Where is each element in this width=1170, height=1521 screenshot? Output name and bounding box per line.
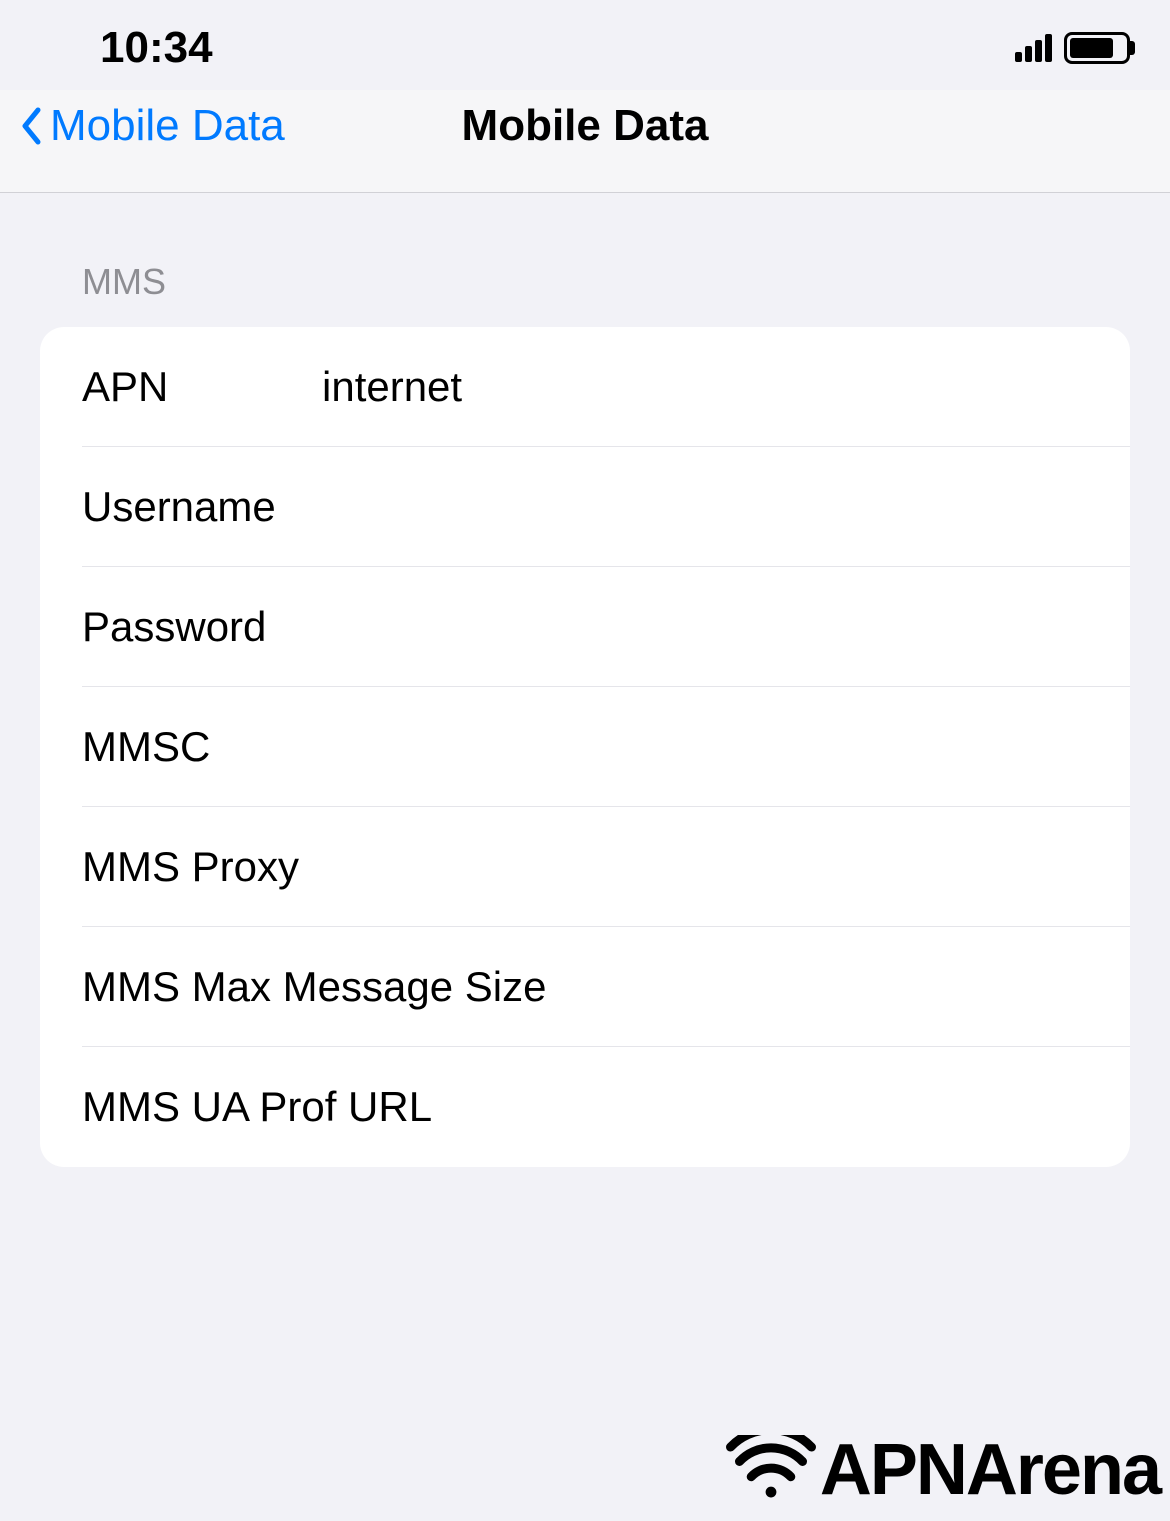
label-mms-max-size: MMS Max Message Size (82, 963, 547, 1011)
cellular-signal-icon (1015, 34, 1052, 62)
battery-icon (1064, 32, 1130, 64)
row-mms-proxy[interactable]: MMS Proxy (40, 807, 1130, 927)
row-mmsc[interactable]: MMSC (40, 687, 1130, 807)
wifi-icon (726, 1435, 816, 1505)
page-title: Mobile Data (462, 101, 709, 151)
label-password: Password (82, 603, 322, 651)
input-password[interactable] (322, 603, 1088, 651)
status-bar: 10:34 (0, 0, 1170, 90)
status-time: 10:34 (100, 23, 213, 73)
navigation-bar: Mobile Data Mobile Data (0, 90, 1170, 193)
input-mms-max-size[interactable] (547, 963, 1088, 1011)
row-mms-max-size[interactable]: MMS Max Message Size (40, 927, 1130, 1047)
input-apn[interactable] (322, 363, 1088, 411)
input-mms-ua-prof[interactable] (547, 1083, 1088, 1131)
back-button[interactable]: Mobile Data (20, 101, 285, 151)
back-label: Mobile Data (50, 101, 285, 151)
label-apn: APN (82, 363, 322, 411)
chevron-left-icon (20, 107, 42, 145)
watermark-bottom: APNArena (726, 1429, 1160, 1511)
row-username[interactable]: Username (40, 447, 1130, 567)
input-mmsc[interactable] (322, 723, 1088, 771)
label-mms-proxy: MMS Proxy (82, 843, 547, 891)
status-icons (1015, 32, 1130, 64)
label-username: Username (82, 483, 322, 531)
row-mms-ua-prof[interactable]: MMS UA Prof URL (40, 1047, 1130, 1167)
section-header-mms: MMS (82, 261, 1130, 303)
label-mms-ua-prof: MMS UA Prof URL (82, 1083, 547, 1131)
label-mmsc: MMSC (82, 723, 322, 771)
row-apn[interactable]: APN (40, 327, 1130, 447)
input-mms-proxy[interactable] (547, 843, 1088, 891)
input-username[interactable] (322, 483, 1088, 531)
settings-group-mms: APN Username Password MMSC MMS Proxy MMS… (40, 327, 1130, 1167)
row-password[interactable]: Password (40, 567, 1130, 687)
